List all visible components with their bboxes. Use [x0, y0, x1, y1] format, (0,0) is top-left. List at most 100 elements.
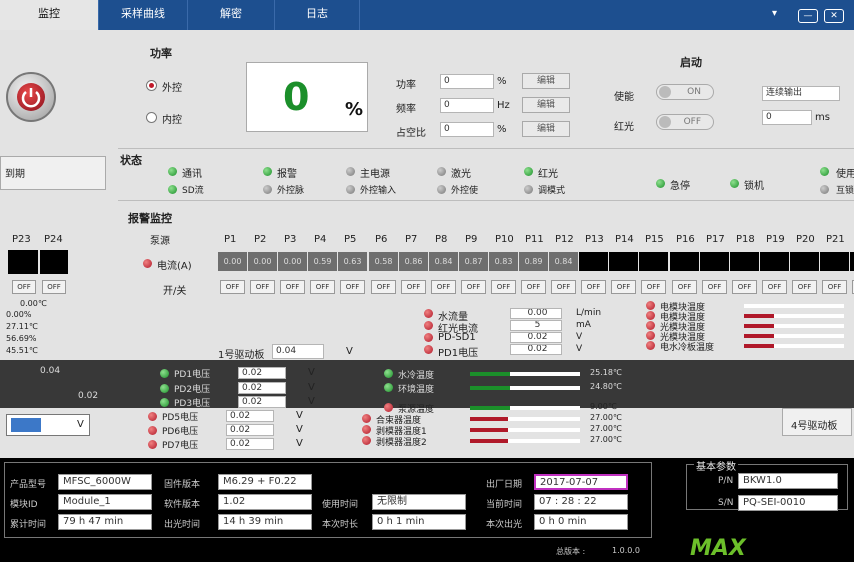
- total-version-value: 1.0.0.0: [612, 546, 640, 555]
- off-button-p13[interactable]: OFF: [581, 280, 606, 294]
- left-stat-3: 27.11℃: [6, 322, 38, 331]
- off-button-p12[interactable]: OFF: [551, 280, 576, 294]
- alarm-status-icon: [263, 167, 272, 176]
- status-mains: 主电源: [360, 169, 390, 180]
- power-input[interactable]: 0: [440, 74, 494, 89]
- tab-curves[interactable]: 采样曲线: [99, 0, 187, 30]
- header-p3: P3: [284, 234, 297, 245]
- current-cell-p10: 0.83: [489, 252, 518, 271]
- info-value: Module_1: [58, 494, 152, 510]
- info-value: 14 h 39 min: [218, 514, 312, 530]
- header-p4: P4: [314, 234, 327, 245]
- current-cell-p12: 0.84: [549, 252, 578, 271]
- left-drive-value-1: 0.04: [40, 366, 61, 376]
- header-p21: P21: [826, 234, 845, 245]
- temp-value: 27.00℃: [590, 413, 622, 422]
- off-button-p1[interactable]: OFF: [220, 280, 245, 294]
- continuous-output-field[interactable]: 连续输出: [762, 86, 840, 101]
- off-button-p19[interactable]: OFF: [762, 280, 787, 294]
- tab-monitor[interactable]: 监控: [0, 0, 98, 30]
- monitor-indicator-icon: [424, 321, 433, 330]
- temp-indicator-icon: [362, 414, 371, 423]
- freq-edit-button[interactable]: 编辑: [522, 97, 570, 113]
- info-label: 当前时间: [486, 500, 523, 510]
- time-input[interactable]: 0: [762, 110, 812, 125]
- header-p12: P12: [555, 234, 574, 245]
- off-button-p11[interactable]: OFF: [521, 280, 546, 294]
- temp-bar-fill: [470, 386, 510, 390]
- pd-indicator-icon: [148, 440, 157, 449]
- module-temp-fill: [744, 344, 774, 348]
- pd-label: PD3电压: [174, 399, 211, 409]
- freq-input[interactable]: 0: [440, 98, 494, 113]
- power-percent-display: 0 %: [246, 62, 368, 132]
- off-button-p8[interactable]: OFF: [431, 280, 456, 294]
- source-row-label: 泵源: [150, 236, 170, 247]
- redlight-toggle-state: OFF: [683, 117, 701, 127]
- enable-toggle[interactable]: ON: [656, 84, 714, 100]
- header-p6: P6: [375, 234, 388, 245]
- info-value: 79 h 47 min: [58, 514, 152, 530]
- header-p24: P24: [44, 234, 63, 245]
- p23-off-button[interactable]: OFF: [12, 280, 36, 294]
- power-edit-button[interactable]: 编辑: [522, 73, 570, 89]
- left-drive-unit: V: [77, 419, 84, 430]
- status-mode: 调模式: [538, 186, 566, 196]
- sd-status-icon: [168, 185, 177, 194]
- mode-status-icon: [524, 185, 533, 194]
- pd-label: PD6电压: [162, 427, 199, 437]
- duty-unit: %: [497, 124, 507, 135]
- off-button-p10[interactable]: OFF: [491, 280, 516, 294]
- alarm-section-title: 报警监控: [128, 212, 172, 225]
- left-stat-4: 56.69%: [6, 334, 37, 343]
- header-p16: P16: [676, 234, 695, 245]
- temp-bar-fill: [470, 372, 510, 376]
- monitor-indicator-icon: [424, 333, 433, 342]
- status-lock: 锁机: [744, 181, 764, 192]
- current-cell-p22: [850, 252, 854, 271]
- info-value: 1.02: [218, 494, 312, 510]
- board4-label: 4号驱动板: [791, 421, 838, 432]
- off-button-p3[interactable]: OFF: [280, 280, 305, 294]
- off-button-p20[interactable]: OFF: [792, 280, 817, 294]
- module-temp-fill: [744, 314, 774, 318]
- menu-chevron-icon[interactable]: ▾: [772, 8, 777, 19]
- off-button-p21[interactable]: OFF: [822, 280, 847, 294]
- monitor-unit: V: [576, 344, 583, 354]
- status-laser: 激光: [451, 169, 471, 180]
- redlight-toggle[interactable]: OFF: [656, 114, 714, 130]
- internal-radio[interactable]: [146, 112, 157, 123]
- header-p20: P20: [796, 234, 815, 245]
- pd-value: 0.02: [226, 410, 274, 422]
- current-row-label: 电流(A): [157, 261, 192, 272]
- off-button-p16[interactable]: OFF: [672, 280, 697, 294]
- power-button[interactable]: [6, 72, 56, 122]
- info-value: 07 : 28 : 22: [534, 494, 628, 510]
- tab-decrypt[interactable]: 解密: [188, 0, 274, 30]
- status-ext-pulse: 外控脉: [277, 186, 305, 196]
- off-button-p15[interactable]: OFF: [641, 280, 666, 294]
- external-radio[interactable]: [146, 80, 157, 91]
- off-button-p18[interactable]: OFF: [732, 280, 757, 294]
- ext-pulse-status-icon: [263, 185, 272, 194]
- close-button[interactable]: ✕: [824, 9, 844, 23]
- duty-edit-button[interactable]: 编辑: [522, 121, 570, 137]
- off-button-p17[interactable]: OFF: [702, 280, 727, 294]
- off-button-p14[interactable]: OFF: [611, 280, 636, 294]
- off-button-p7[interactable]: OFF: [401, 280, 426, 294]
- off-button-p4[interactable]: OFF: [310, 280, 335, 294]
- duty-input[interactable]: 0: [440, 122, 494, 137]
- pd-indicator-icon: [148, 412, 157, 421]
- tab-log[interactable]: 日志: [275, 0, 359, 30]
- p24-off-button[interactable]: OFF: [42, 280, 66, 294]
- power-percent-value: 0: [283, 75, 310, 119]
- status-alarm: 报警: [277, 169, 297, 180]
- minimize-button[interactable]: —: [798, 9, 818, 23]
- off-button-p2[interactable]: OFF: [250, 280, 275, 294]
- off-button-p5[interactable]: OFF: [340, 280, 365, 294]
- off-button-p6[interactable]: OFF: [371, 280, 396, 294]
- pd-value: 0.02: [238, 396, 286, 408]
- temp-label: 环境温度: [398, 385, 435, 395]
- off-button-p9[interactable]: OFF: [461, 280, 486, 294]
- header-p23: P23: [12, 234, 31, 245]
